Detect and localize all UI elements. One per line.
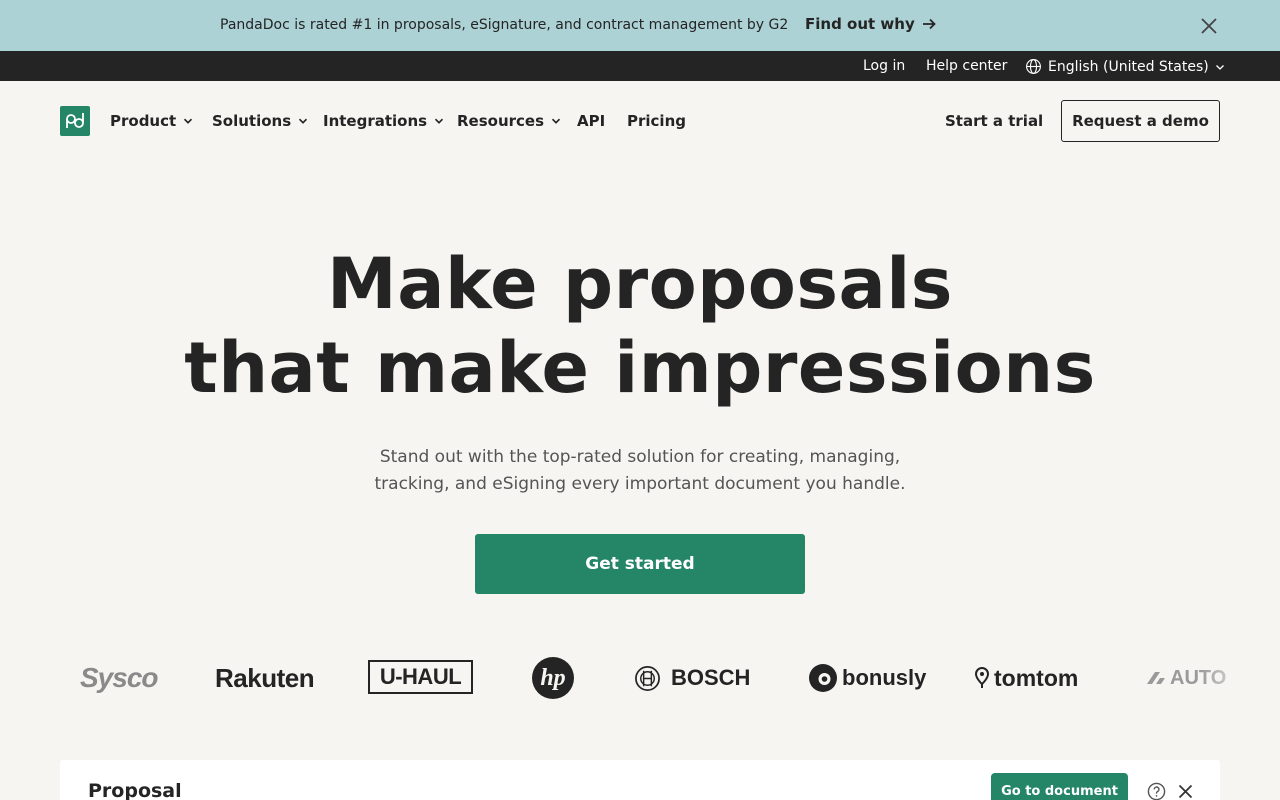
bonusly-mark-icon — [809, 664, 837, 692]
promo-text: PandaDoc is rated #1 in proposals, eSign… — [220, 17, 789, 33]
bonusly-logo: bonusly — [808, 650, 926, 706]
location-pin-icon — [974, 667, 990, 688]
hero-subtitle-line2: tracking, and eSigning every important d… — [374, 474, 906, 494]
help-circle-icon[interactable] — [1147, 782, 1166, 800]
chevron-down-icon — [299, 118, 308, 124]
uhaul-logo: U-HAUL — [368, 660, 473, 694]
find-out-why-link[interactable]: Find out why — [805, 15, 937, 33]
customer-logos: Sysco Rakuten U-HAUL hp BOSCH bonusly to… — [0, 650, 1280, 706]
hp-logo: hp — [532, 657, 574, 699]
close-icon[interactable] — [1178, 784, 1193, 799]
hero-subtitle-line1: Stand out with the top-rated solution fo… — [379, 447, 901, 467]
request-demo-button[interactable]: Request a demo — [1061, 100, 1220, 142]
bosch-wordmark: BOSCH — [671, 665, 751, 690]
go-to-document-button[interactable]: Go to document — [991, 773, 1128, 800]
start-trial-link[interactable]: Start a trial — [945, 112, 1043, 130]
hero-title: Make proposals that make impressions — [0, 242, 1280, 410]
get-started-button[interactable]: Get started — [475, 534, 805, 594]
tomtom-logo: tomtom — [974, 650, 1078, 706]
nav-product[interactable]: Product — [110, 112, 193, 130]
nav-solutions[interactable]: Solutions — [212, 112, 308, 130]
bosch-emblem-icon — [635, 665, 660, 691]
nav-resources[interactable]: Resources — [457, 112, 561, 130]
logos-fade-left — [0, 650, 70, 706]
close-icon[interactable] — [1200, 17, 1218, 35]
globe-icon — [1026, 59, 1041, 74]
find-out-why-label: Find out why — [805, 15, 915, 33]
bosch-logo: BOSCH — [634, 650, 750, 706]
rakuten-logo: Rakuten — [215, 662, 315, 693]
utility-bar: Log in Help center English (United State… — [0, 51, 1280, 81]
hero-title-line2: that make impressions — [184, 327, 1096, 409]
nav-api[interactable]: API — [577, 112, 605, 130]
language-label: English (United States) — [1048, 58, 1209, 75]
promo-banner: PandaDoc is rated #1 in proposals, eSign… — [0, 0, 1280, 51]
logos-fade-right — [1200, 650, 1280, 706]
chevron-down-icon — [1215, 64, 1224, 70]
bonusly-wordmark: bonusly — [842, 665, 927, 690]
proposal-title: Proposal — [88, 780, 182, 800]
sysco-logo: Sysco — [80, 662, 158, 693]
hero-subtitle: Stand out with the top-rated solution fo… — [340, 444, 940, 498]
pandadoc-logo[interactable] — [60, 106, 90, 136]
chevron-down-icon — [434, 118, 444, 124]
nav-integrations-label: Integrations — [323, 112, 428, 130]
chevron-down-icon — [551, 118, 561, 124]
login-link[interactable]: Log in — [863, 58, 905, 74]
tomtom-wordmark: tomtom — [994, 664, 1079, 691]
help-center-link[interactable]: Help center — [926, 58, 1007, 74]
nav-integrations[interactable]: Integrations — [323, 112, 444, 130]
pandadoc-logo-icon — [66, 113, 84, 128]
nav-product-label: Product — [110, 112, 177, 130]
language-selector[interactable]: English (United States) — [1025, 58, 1225, 75]
nav-solutions-label: Solutions — [212, 112, 292, 130]
hero-title-line1: Make proposals — [327, 243, 953, 325]
auto-mark-icon — [1147, 672, 1165, 684]
nav-resources-label: Resources — [457, 112, 545, 130]
chevron-down-icon — [184, 118, 193, 124]
nav-pricing[interactable]: Pricing — [627, 112, 686, 130]
arrow-right-icon — [922, 18, 936, 30]
